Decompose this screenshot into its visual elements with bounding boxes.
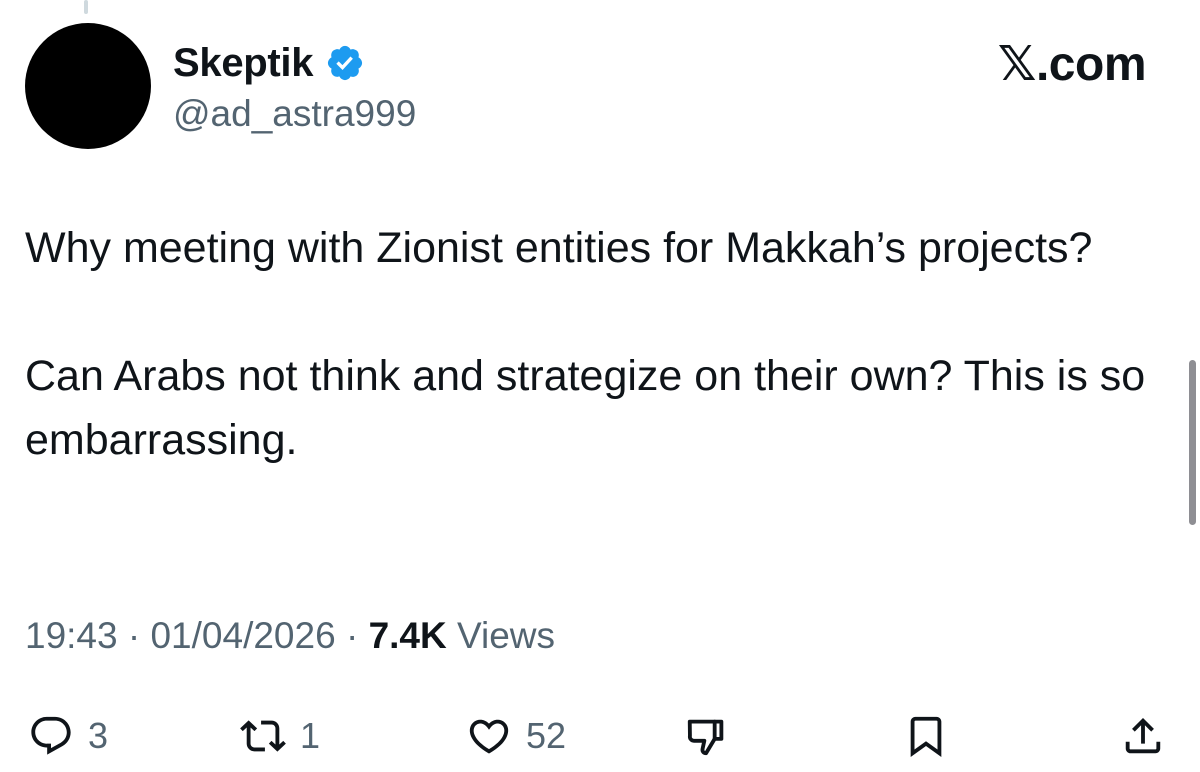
bookmark-button[interactable] <box>903 700 949 772</box>
meta-separator: · <box>345 615 359 656</box>
author-name-row: Skeptik <box>173 40 365 86</box>
tweet-action-bar: 3 1 52 <box>0 700 1200 772</box>
dislike-button[interactable] <box>684 700 730 772</box>
reply-button[interactable]: 3 <box>28 700 108 772</box>
reply-count: 3 <box>88 715 109 756</box>
meta-separator: · <box>127 615 141 656</box>
tweet-date[interactable]: 01/04/2026 <box>150 615 335 656</box>
tweet-screenshot: Skeptik @ad_astra999 𝕏.com Why meeting w… <box>0 0 1200 772</box>
thread-connector-line <box>84 0 88 14</box>
like-button[interactable]: 52 <box>466 700 566 772</box>
tweet-paragraph: Why meeting with Zionist entities for Ma… <box>25 224 1093 272</box>
like-count: 52 <box>526 715 567 756</box>
avatar[interactable] <box>25 23 151 149</box>
scrollbar[interactable] <box>1189 360 1196 525</box>
repost-button[interactable]: 1 <box>240 700 320 772</box>
thumbs-down-icon <box>687 719 724 756</box>
verified-badge-icon <box>328 45 363 81</box>
share-button[interactable] <box>1120 700 1166 772</box>
share-icon <box>1125 717 1161 754</box>
reply-icon <box>31 716 71 755</box>
author-handle[interactable]: @ad_astra999 <box>173 92 416 136</box>
views-count: 7.4K <box>368 615 447 656</box>
tweet-paragraph: Can Arabs not think and strategize on th… <box>25 352 1146 464</box>
repost-icon <box>240 720 286 752</box>
tweet-time[interactable]: 19:43 <box>25 615 118 656</box>
heart-icon <box>469 719 509 754</box>
display-name[interactable]: Skeptik <box>173 40 313 86</box>
tweet-text: Why meeting with Zionist entities for Ma… <box>25 216 1175 472</box>
x-com-watermark: 𝕏.com <box>997 38 1147 91</box>
tweet-metadata: 19:43 · 01/04/2026 · 7.4K Views <box>25 612 555 660</box>
views-label: Views <box>457 615 556 656</box>
bookmark-icon <box>910 716 942 757</box>
repost-count: 1 <box>300 715 321 756</box>
